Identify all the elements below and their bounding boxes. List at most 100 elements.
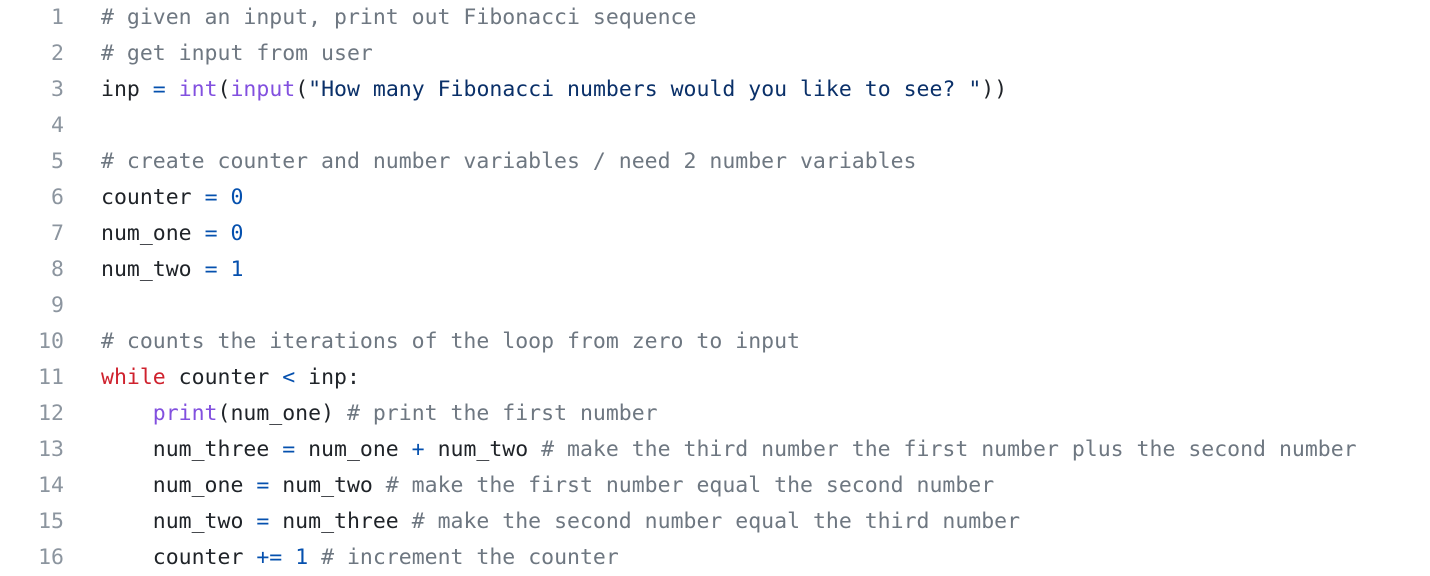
line-content[interactable]: num_two = num_three # make the second nu… xyxy=(101,504,1020,540)
code-token-operator: = xyxy=(204,221,218,246)
code-token-plain: counter xyxy=(101,185,205,210)
line-content[interactable]: num_one = 0 xyxy=(101,216,243,252)
code-token-operator: = xyxy=(204,257,218,282)
line-number[interactable]: 10 xyxy=(0,324,64,360)
code-line: 8 num_two = 1 xyxy=(0,252,1430,288)
code-token-operator: = xyxy=(256,509,270,534)
code-token-builtin: input xyxy=(230,77,296,102)
line-number[interactable]: 1 xyxy=(0,0,64,36)
code-token-plain: (num_one) xyxy=(217,401,347,426)
code-token-number: 0 xyxy=(230,185,244,210)
code-token-comment: # increment the counter xyxy=(321,545,619,570)
code-token-comment: # given an input, print out Fibonacci se… xyxy=(101,5,697,30)
code-token-comment: # counts the iterations of the loop from… xyxy=(101,329,800,354)
code-token-comment: # make the second number equal the third… xyxy=(411,509,1021,534)
code-token-number: 1 xyxy=(230,257,244,282)
code-token-builtin: int xyxy=(178,77,218,102)
line-content[interactable]: # get input from user xyxy=(101,36,373,72)
line-number[interactable]: 13 xyxy=(0,432,64,468)
code-line: 9 xyxy=(0,288,1430,324)
code-token-comment: # make the third number the first number… xyxy=(541,437,1357,462)
line-number[interactable]: 4 xyxy=(0,108,64,144)
line-content[interactable]: num_two = 1 xyxy=(101,252,243,288)
line-number[interactable]: 3 xyxy=(0,72,64,108)
code-token-plain: counter xyxy=(165,365,283,390)
code-token-comment: # create counter and number variables / … xyxy=(101,149,917,174)
code-token-plain: num_two xyxy=(424,437,542,462)
line-number[interactable]: 7 xyxy=(0,216,64,252)
line-content[interactable]: counter += 1 # increment the counter xyxy=(101,540,619,576)
line-number[interactable]: 5 xyxy=(0,144,64,180)
code-token-plain: )) xyxy=(981,77,1008,102)
line-number[interactable]: 9 xyxy=(0,288,64,324)
code-token-plain: num_two xyxy=(101,509,257,534)
code-line: 13 num_three = num_one + num_two # make … xyxy=(0,432,1430,468)
line-content[interactable]: while counter < inp: xyxy=(101,360,360,396)
code-line: 5 # create counter and number variables /… xyxy=(0,144,1430,180)
code-token-comment: # make the first number equal the second… xyxy=(385,473,995,498)
code-line: 14 num_one = num_two # make the first nu… xyxy=(0,468,1430,504)
code-token-operator: = xyxy=(282,437,296,462)
code-token-plain: num_one xyxy=(101,473,257,498)
line-number[interactable]: 6 xyxy=(0,180,64,216)
code-token-plain: num_one xyxy=(295,437,412,462)
code-line: 10 # counts the iterations of the loop fr… xyxy=(0,324,1430,360)
line-content[interactable]: inp = int(input("How many Fibonacci numb… xyxy=(101,72,1007,108)
code-token-number: 1 xyxy=(295,545,309,570)
code-token-keyword: while xyxy=(101,365,166,390)
code-token-operator: = xyxy=(152,77,166,102)
line-content[interactable]: num_three = num_one + num_two # make the… xyxy=(101,432,1357,468)
code-line: 1 # given an input, print out Fibonacci s… xyxy=(0,0,1430,36)
line-content[interactable]: # given an input, print out Fibonacci se… xyxy=(101,0,696,36)
code-token-builtin: print xyxy=(152,401,218,426)
code-token-comment: # get input from user xyxy=(101,41,373,66)
code-token-plain: ( xyxy=(217,77,231,102)
line-number[interactable]: 12 xyxy=(0,396,64,432)
code-line: 2 # get input from user xyxy=(0,36,1430,72)
code-token-plain: inp: xyxy=(295,365,360,390)
code-token-plain: ( xyxy=(295,77,309,102)
code-token-number: 0 xyxy=(230,221,244,246)
code-token-operator: = xyxy=(204,185,218,210)
code-token-comment: # print the first number xyxy=(346,401,658,426)
line-number[interactable]: 16 xyxy=(0,540,64,576)
line-content[interactable]: counter = 0 xyxy=(101,180,243,216)
code-line: 3 inp = int(input("How many Fibonacci num… xyxy=(0,72,1430,108)
line-number[interactable]: 2 xyxy=(0,36,64,72)
line-content[interactable]: # counts the iterations of the loop from… xyxy=(101,324,800,360)
line-content[interactable]: # create counter and number variables / … xyxy=(101,144,916,180)
line-number[interactable]: 15 xyxy=(0,504,64,540)
code-token-plain: counter xyxy=(101,545,257,570)
code-line: 7 num_one = 0 xyxy=(0,216,1430,252)
line-number[interactable]: 14 xyxy=(0,468,64,504)
code-token-operator: < xyxy=(282,365,296,390)
code-line: 16 counter += 1 # increment the counter xyxy=(0,540,1430,576)
code-line: 11 while counter < inp: xyxy=(0,360,1430,396)
code-token-operator: = xyxy=(256,473,270,498)
code-token-plain: num_one xyxy=(101,221,205,246)
code-token-plain: num_three xyxy=(101,437,283,462)
code-token-plain: num_two xyxy=(269,473,386,498)
code-view[interactable]: 1 # given an input, print out Fibonacci s… xyxy=(0,0,1430,572)
code-token-string: "How many Fibonacci numbers would you li… xyxy=(308,77,982,102)
line-number[interactable]: 8 xyxy=(0,252,64,288)
code-token-operator: + xyxy=(411,437,425,462)
line-number[interactable]: 11 xyxy=(0,360,64,396)
code-token-operator: += xyxy=(256,545,283,570)
line-content[interactable]: print(num_one) # print the first number xyxy=(101,396,658,432)
code-line: 15 num_two = num_three # make the second… xyxy=(0,504,1430,540)
code-token-plain: num_two xyxy=(101,257,205,282)
code-token-plain: inp xyxy=(101,77,153,102)
code-line: 12 print(num_one) # print the first numb… xyxy=(0,396,1430,432)
code-line: 6 counter = 0 xyxy=(0,180,1430,216)
code-line: 4 xyxy=(0,108,1430,144)
line-content[interactable]: num_one = num_two # make the first numbe… xyxy=(101,468,994,504)
code-token-plain: num_three xyxy=(269,509,412,534)
